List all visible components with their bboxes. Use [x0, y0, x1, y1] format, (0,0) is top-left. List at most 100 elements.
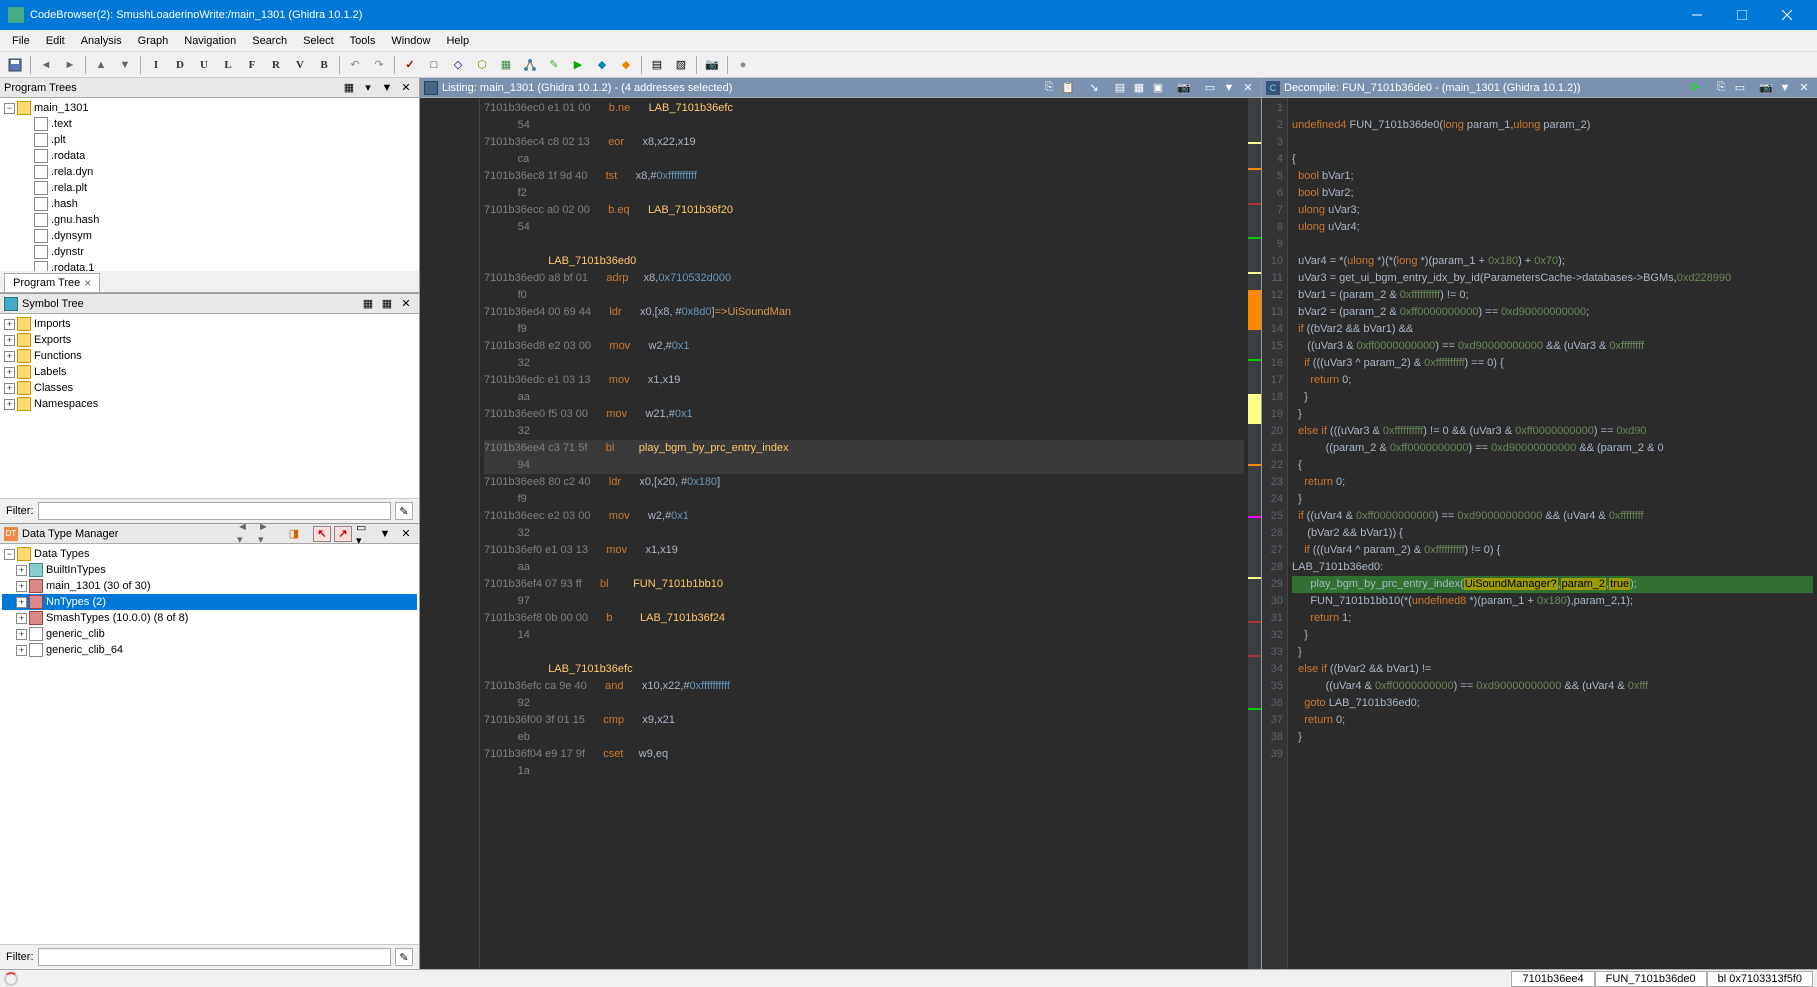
decompile-line[interactable]: bVar2 = (param_2 & 0xff0000000000) == 0x… [1292, 304, 1813, 321]
listing-code[interactable]: 7101b36ec0 e1 01 00 b.ne LAB_7101b36efc … [480, 98, 1248, 969]
close-button[interactable] [1764, 0, 1809, 30]
nav-up-button[interactable]: ▲ [90, 54, 112, 76]
listing-line[interactable]: 7101b36ec4 c8 02 13 eor x8,x22,x19 [484, 134, 1244, 151]
listing-overview-ruler[interactable] [1248, 98, 1261, 969]
new-button[interactable]: ▦ [359, 296, 377, 312]
refresh-button[interactable]: ⟳ [1686, 80, 1704, 96]
tree-toggle[interactable]: + [16, 645, 27, 656]
redo-button[interactable]: ↷ [368, 54, 390, 76]
listing-line[interactable]: 7101b36ec0 e1 01 00 b.ne LAB_7101b36efc [484, 100, 1244, 117]
symbol-tree-item[interactable]: +Classes [2, 380, 417, 396]
decompile-line[interactable]: ((param_2 & 0xff0000000000) == 0xd900000… [1292, 440, 1813, 457]
goto-ref-button[interactable]: R [265, 54, 287, 76]
dtm-menu-button[interactable]: ▼ [376, 526, 394, 542]
goto-function-button[interactable]: F [241, 54, 263, 76]
listing-view[interactable]: 7101b36ec0 e1 01 00 b.ne LAB_7101b36efc … [420, 98, 1261, 969]
listing-line[interactable]: 7101b36ed0 a8 bf 01 adrp x8,0x710532d000 [484, 270, 1244, 287]
toggle-button[interactable]: ▦ [378, 296, 396, 312]
goto-bookmark-button[interactable]: B [313, 54, 335, 76]
listing-line[interactable] [484, 236, 1244, 253]
listing-line[interactable]: 7101b36ee4 c3 71 5f bl play_bgm_by_prc_e… [484, 440, 1244, 457]
decompile-line[interactable]: LAB_7101b36ed0: [1292, 559, 1813, 576]
menu-window[interactable]: Window [383, 33, 438, 49]
decompile-line[interactable]: } [1292, 729, 1813, 746]
decompile-line[interactable]: ulong uVar3; [1292, 202, 1813, 219]
decompile-line[interactable]: } [1292, 406, 1813, 423]
dtm-item[interactable]: +NnTypes (2) [2, 594, 417, 610]
listing-line[interactable]: f2 [484, 185, 1244, 202]
decompile-line[interactable]: FUN_7101b1bb10(*(undefined8 *)(param_1 +… [1292, 593, 1813, 610]
script-button[interactable]: ✎ [543, 54, 565, 76]
listing-line[interactable]: 32 [484, 355, 1244, 372]
symbol-tree-item[interactable]: +Exports [2, 332, 417, 348]
tab-close-button[interactable]: × [84, 276, 91, 290]
listing-line[interactable]: 7101b36edc e1 03 13 mov x1,x19 [484, 372, 1244, 389]
tree-toggle[interactable]: − [4, 103, 15, 114]
tree-toggle[interactable]: + [4, 383, 15, 394]
nav-down-button[interactable]: ▼ [114, 54, 136, 76]
listing-line[interactable]: 32 [484, 423, 1244, 440]
dtm-view-button[interactable]: ▭ ▾ [355, 526, 373, 542]
listing-line[interactable]: aa [484, 389, 1244, 406]
tree-toggle[interactable]: + [16, 565, 27, 576]
menu-select[interactable]: Select [295, 33, 342, 49]
decompile-line[interactable]: bool bVar2; [1292, 185, 1813, 202]
close-panel-button[interactable]: ✕ [397, 526, 415, 542]
decompile-line[interactable]: } [1292, 644, 1813, 661]
listing-line[interactable]: 7101b36eec e2 03 00 mov w2,#0x1 [484, 508, 1244, 525]
dtm-filter-pointers-button[interactable]: ↖ [313, 526, 331, 542]
decompile-code[interactable]: undefined4 FUN_7101b36de0(long param_1,u… [1288, 98, 1817, 969]
decompile-line[interactable]: (bVar2 && bVar1)) { [1292, 525, 1813, 542]
menu-graph[interactable]: Graph [130, 33, 177, 49]
paste-button[interactable]: 📋 [1059, 80, 1077, 96]
snapshot-button[interactable]: 📷 [701, 54, 723, 76]
listing-line[interactable]: 7101b36efc ca 9e 40 and x10,x22,#0xfffff… [484, 678, 1244, 695]
decompile-line[interactable]: return 1; [1292, 610, 1813, 627]
graph-button[interactable]: ▦ [495, 54, 517, 76]
goto-value-button[interactable]: V [289, 54, 311, 76]
analyze-button[interactable]: ◇ [447, 54, 469, 76]
listing-line[interactable]: 94 [484, 457, 1244, 474]
goto-label-button[interactable]: L [217, 54, 239, 76]
listing-line[interactable]: 97 [484, 593, 1244, 610]
listing-line[interactable]: 92 [484, 695, 1244, 712]
nav-forward-button[interactable]: ► [59, 54, 81, 76]
listing-line[interactable]: aa [484, 559, 1244, 576]
decompile-line[interactable] [1292, 134, 1813, 151]
decompile-line[interactable]: ((uVar3 & 0xff0000000000) == 0xd90000000… [1292, 338, 1813, 355]
maximize-button[interactable] [1719, 0, 1764, 30]
tree-item[interactable]: .rodata [2, 148, 417, 164]
goto-undefined-button[interactable]: U [193, 54, 215, 76]
dtm-item[interactable]: +generic_clib_64 [2, 642, 417, 658]
tree-toggle[interactable]: + [4, 399, 15, 410]
dtm-forward-button[interactable]: ► ▾ [257, 526, 275, 542]
snapshot-button[interactable]: 📷 [1175, 80, 1193, 96]
tree-item[interactable]: .text [2, 116, 417, 132]
program-tree[interactable]: −main_1301.text.plt.rodata.rela.dyn.rela… [0, 98, 419, 271]
datatype-tree[interactable]: −Data Types+BuiltInTypes+main_1301 (30 o… [0, 544, 419, 944]
listing-line[interactable]: eb [484, 729, 1244, 746]
symbol-tree-item[interactable]: +Functions [2, 348, 417, 364]
decompile-line[interactable]: else if ((bVar2 && bVar1) != [1292, 661, 1813, 678]
tree-item[interactable]: .hash [2, 196, 417, 212]
decompile-line[interactable]: bool bVar1; [1292, 168, 1813, 185]
listing-line[interactable]: LAB_7101b36efc [484, 661, 1244, 678]
info-button[interactable]: ◆ [615, 54, 637, 76]
menu-help[interactable]: Help [438, 33, 477, 49]
listing-line[interactable]: f9 [484, 321, 1244, 338]
menu-edit[interactable]: Edit [38, 33, 73, 49]
decompile-view[interactable]: 1234567891011121314151617181920212223242… [1262, 98, 1817, 969]
menu-analysis[interactable]: Analysis [73, 33, 130, 49]
decompile-line[interactable]: { [1292, 151, 1813, 168]
listing-line[interactable]: 7101b36ee0 f5 03 00 mov w21,#0x1 [484, 406, 1244, 423]
decompile-line[interactable]: return 0; [1292, 712, 1813, 729]
save-button[interactable] [4, 54, 26, 76]
decompile-line[interactable]: } [1292, 627, 1813, 644]
decompile-line[interactable]: else if (((uVar3 & 0xffffffffff) != 0 &&… [1292, 423, 1813, 440]
tree-toggle[interactable]: + [16, 597, 27, 608]
menu-navigation[interactable]: Navigation [176, 33, 244, 49]
menu-button[interactable]: ▼ [378, 80, 396, 96]
dtm-item[interactable]: +BuiltInTypes [2, 562, 417, 578]
listing-line[interactable]: 7101b36ef0 e1 03 13 mov x1,x19 [484, 542, 1244, 559]
decompile-line[interactable]: bVar1 = (param_2 & 0xffffffffff) != 0; [1292, 287, 1813, 304]
